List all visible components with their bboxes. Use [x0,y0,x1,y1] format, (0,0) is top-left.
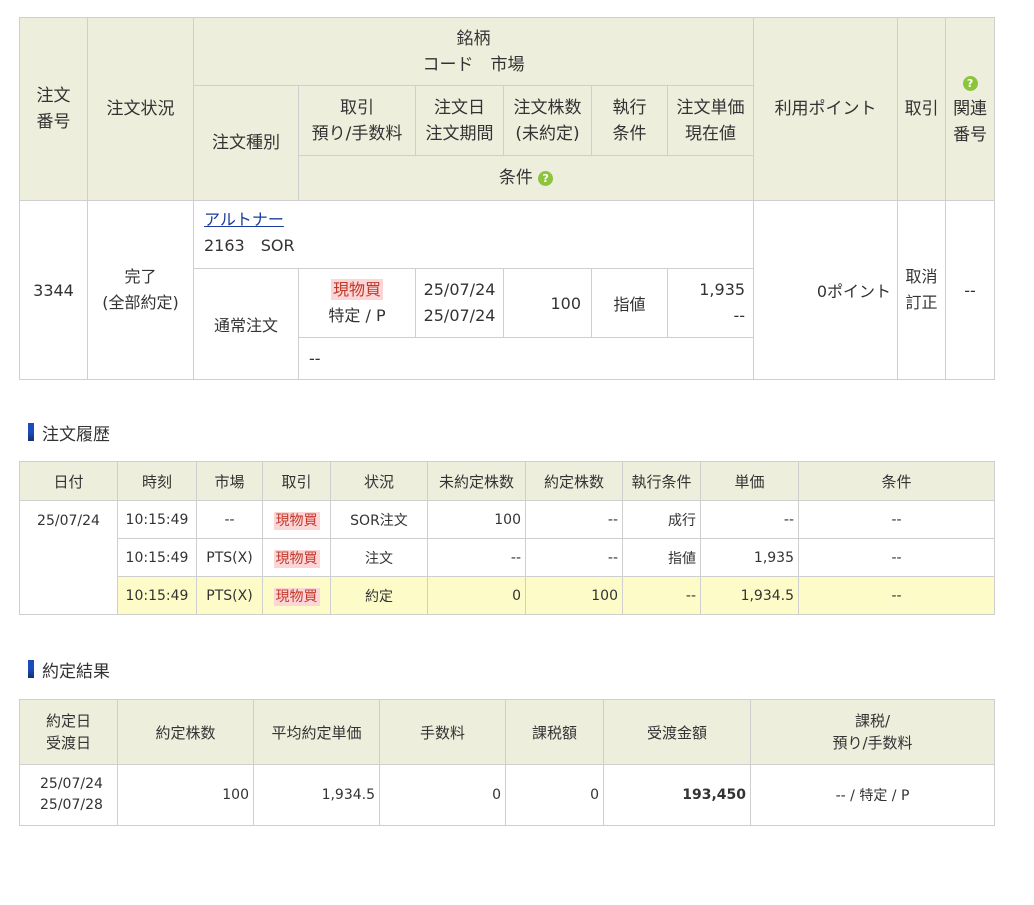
history-price: 1,935 [700,538,799,577]
result-dates: 25/07/24 25/07/28 [19,764,118,826]
result-header-avg-price: 平均約定単価 [253,699,380,765]
issue-cell: アルトナー 2163 SOR [192,200,755,269]
result-header-tax: 課税額 [505,699,604,765]
history-condition: -- [798,576,995,615]
header-status: 注文状況 [87,17,194,201]
section-marker-icon [28,423,34,441]
history-status: 約定 [330,576,428,615]
exec-cond: 指値 [591,268,668,338]
history-market: -- [196,500,263,539]
history-header-market: 市場 [196,461,263,501]
header-price: 注文単価 現在値 [666,85,755,156]
header-trade: 取引 預り/手数料 [298,85,416,156]
history-exec: -- [622,576,701,615]
history-market: PTS(X) [196,576,263,615]
result-header-fee: 手数料 [379,699,506,765]
history-market: PTS(X) [196,538,263,577]
result-tax: 0 [505,764,604,826]
header-exec: 執行 条件 [591,85,668,156]
history-time: 10:15:49 [117,538,197,577]
order-number: 3344 [19,200,88,380]
history-header-trade: 取引 [262,461,331,501]
order-condition: -- [297,337,755,380]
issue-name-link[interactable]: アルトナー [204,210,284,229]
history-trade-tag: 現物買 [273,511,320,530]
result-qty: 100 [117,764,254,826]
history-condition: -- [798,538,995,577]
history-filled: 100 [525,576,623,615]
trade-cell: 現物買 特定 / P [298,268,416,338]
history-section-title: 注文履歴 [28,421,110,445]
history-exec: 成行 [622,500,701,539]
modify-link[interactable]: 訂正 [898,290,945,316]
execution-result-table: 約定日 受渡日 約定株数 平均約定単価 手数料 課税額 受渡金額 課税/ 預り/… [19,699,995,826]
history-row-highlighted: 10:15:49 PTS(X) 現物買 約定 0 100 -- 1,934.5 … [20,576,995,615]
section-marker-icon [28,660,34,678]
history-exec: 指値 [622,538,701,577]
history-trade-tag: 現物買 [273,587,320,606]
history-header-filled: 約定株数 [525,461,623,501]
history-header-unfilled: 未約定株数 [427,461,526,501]
order-qty: 100 [503,268,592,338]
history-header-time: 時刻 [117,461,197,501]
result-avg-price: 1,934.5 [253,764,380,826]
history-header-price: 単価 [700,461,799,501]
header-related: ? 関連 番号 [945,17,996,201]
history-header-exec: 執行条件 [622,461,701,501]
history-condition: -- [798,500,995,539]
result-header-type: 課税/ 預り/手数料 [750,699,995,765]
history-price: -- [700,500,799,539]
result-type: -- / 特定 / P [750,764,995,826]
order-status: 完了 (全部約定) [87,200,194,380]
result-row: 25/07/24 25/07/28 100 1,934.5 0 0 193,45… [19,764,995,826]
result-fee: 0 [379,764,506,826]
history-header-condition: 条件 [798,461,995,501]
order-detail-table: 注文 番号 注文状況 銘柄 コード 市場 利用ポイント 取引 ? 関連 番号 注… [19,17,996,380]
trade-tag: 現物買 [330,279,383,300]
header-order-no: 注文 番号 [19,17,88,201]
history-unfilled: 0 [427,576,526,615]
cancel-link[interactable]: 取消 [898,264,945,290]
history-unfilled: -- [427,538,526,577]
points-value: 0ポイント [753,200,899,380]
history-header-status: 状況 [330,461,428,501]
history-unfilled: 100 [427,500,526,539]
question-icon[interactable]: ? [538,170,554,186]
history-status: 注文 [330,538,428,577]
header-order-type: 注文種別 [193,85,299,201]
header-qty: 注文株数 (未約定) [503,85,592,156]
related-number: -- [945,200,996,380]
header-issue: 銘柄 コード 市場 [192,17,755,86]
history-time: 10:15:49 [117,576,197,615]
header-order-date: 注文日 注文期間 [415,85,504,156]
order-price-cell: 1,935 -- [666,268,755,338]
history-time: 10:15:49 [117,500,197,539]
history-filled: -- [525,500,623,539]
action-cell: 取消 訂正 [897,200,947,380]
order-history-table: 日付 時刻 市場 取引 状況 未約定株数 約定株数 執行条件 単価 条件 25/… [19,461,995,615]
question-icon[interactable]: ? [962,75,978,91]
history-row: 10:15:49 PTS(X) 現物買 注文 -- -- 指値 1,935 -- [20,538,995,577]
order-date-cell: 25/07/24 25/07/24 [415,268,504,338]
history-trade-tag: 現物買 [273,549,320,568]
history-status: SOR注文 [330,500,428,539]
result-header-amount: 受渡金額 [603,699,751,765]
header-condition: 条件 ? [297,155,755,201]
result-amount: 193,450 [603,764,751,826]
result-header-qty: 約定株数 [117,699,254,765]
header-action: 取引 [897,17,947,201]
history-header-date: 日付 [19,461,118,501]
order-type: 通常注文 [193,268,299,380]
history-price: 1,934.5 [700,576,799,615]
result-header-dates: 約定日 受渡日 [19,699,118,765]
history-date: 25/07/24 [19,500,118,615]
issue-code: 2163 SOR [204,236,295,255]
history-row: 25/07/24 10:15:49 -- 現物買 SOR注文 100 -- 成行… [19,500,995,615]
header-points: 利用ポイント [753,17,899,201]
result-section-title: 約定結果 [28,658,110,682]
history-filled: -- [525,538,623,577]
